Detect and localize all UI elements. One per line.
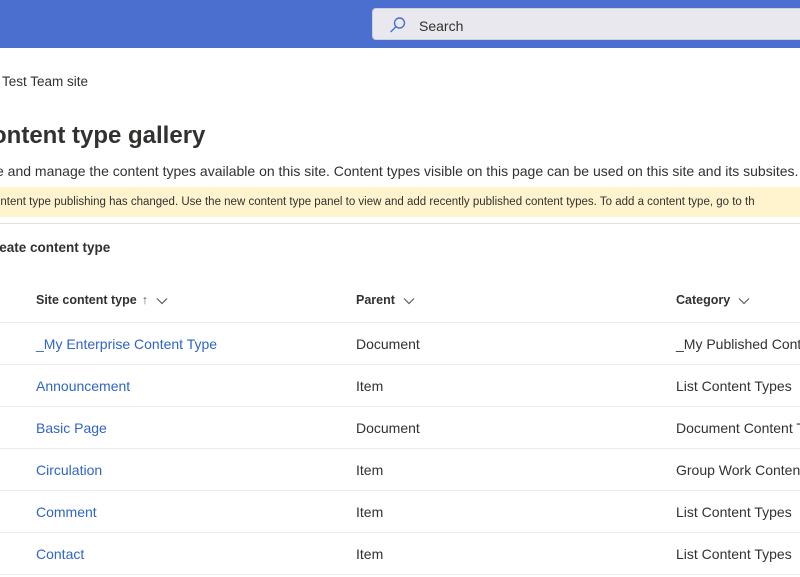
- create-content-type-button[interactable]: reate content type: [0, 240, 110, 255]
- table-row[interactable]: Contact Item List Content Types: [0, 533, 800, 575]
- content-type-name-link[interactable]: Basic Page: [36, 420, 107, 436]
- breadcrumb-site-link[interactable]: Test Team site: [2, 74, 88, 89]
- category-cell: List Content Types: [676, 378, 792, 394]
- parent-cell: Document: [356, 336, 420, 352]
- page-title: ontent type gallery: [0, 122, 206, 149]
- chevron-down-icon: [156, 294, 168, 308]
- page-description: e and manage the content types available…: [0, 163, 799, 179]
- table-row[interactable]: Circulation Item Group Work Conten: [0, 449, 800, 491]
- table-row[interactable]: Basic Page Document Document Content T: [0, 407, 800, 449]
- content-type-name-link[interactable]: Circulation: [36, 462, 102, 478]
- category-cell: List Content Types: [676, 546, 792, 562]
- category-cell: Document Content T: [676, 420, 800, 436]
- publishing-notice-banner: ontent type publishing has changed. Use …: [0, 187, 800, 217]
- divider: [0, 223, 800, 224]
- parent-cell: Item: [356, 462, 384, 478]
- column-header-label: Category: [676, 293, 731, 307]
- table-row[interactable]: Comment Item List Content Types: [0, 491, 800, 533]
- sort-ascending-icon: ↑: [141, 293, 148, 307]
- parent-cell: Document: [356, 420, 420, 436]
- table-row[interactable]: _My Enterprise Content Type Document _My…: [0, 323, 800, 365]
- parent-cell: Item: [356, 546, 384, 562]
- search-input[interactable]: [417, 15, 721, 37]
- chevron-down-icon: [403, 294, 415, 308]
- category-cell: _My Published Conte: [676, 336, 800, 352]
- column-header-label: Site content type: [36, 293, 137, 307]
- search-icon: [389, 16, 407, 34]
- search-box[interactable]: [372, 8, 800, 40]
- content-type-name-link[interactable]: _My Enterprise Content Type: [36, 336, 217, 352]
- notice-text: ontent type publishing has changed. Use …: [0, 196, 755, 208]
- content-type-name-link[interactable]: Comment: [36, 504, 97, 520]
- column-header-category[interactable]: Category: [676, 293, 750, 308]
- category-cell: List Content Types: [676, 504, 792, 520]
- column-header-label: Parent: [356, 293, 395, 307]
- table-header: Site content type ↑ Parent Category: [0, 280, 800, 323]
- column-header-site-content-type[interactable]: Site content type ↑: [36, 293, 168, 308]
- parent-cell: Item: [356, 378, 384, 394]
- content-type-table: Site content type ↑ Parent Category _My E…: [0, 280, 800, 575]
- table-row[interactable]: Announcement Item List Content Types: [0, 365, 800, 407]
- category-cell: Group Work Conten: [676, 462, 800, 478]
- content-type-name-link[interactable]: Announcement: [36, 378, 130, 394]
- content-type-name-link[interactable]: Contact: [36, 546, 84, 562]
- chevron-down-icon: [738, 294, 750, 308]
- parent-cell: Item: [356, 504, 384, 520]
- suite-header-bar: [0, 0, 800, 48]
- column-header-parent[interactable]: Parent: [356, 293, 415, 308]
